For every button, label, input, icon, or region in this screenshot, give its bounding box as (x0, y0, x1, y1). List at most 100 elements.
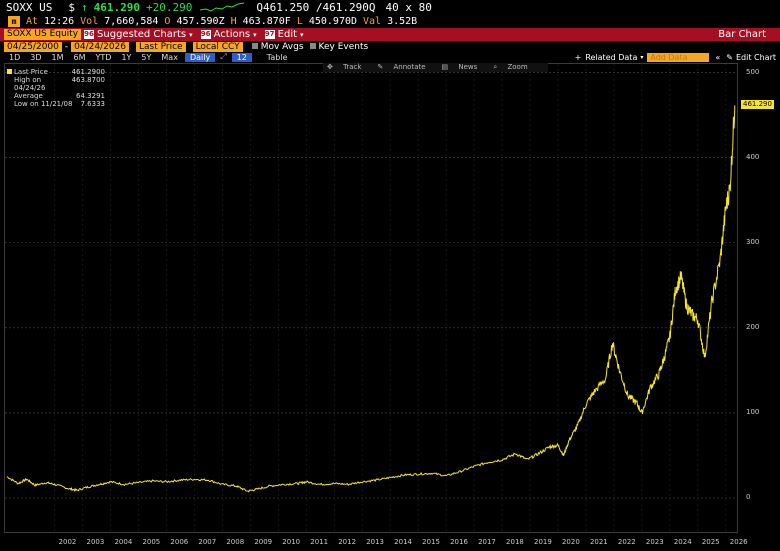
range-button-6m[interactable]: 6M (69, 53, 91, 62)
track-icon: ✥ (327, 63, 336, 71)
range-button-ytd[interactable]: YTD (91, 53, 117, 62)
chart-panel[interactable] (4, 63, 738, 533)
edit-chart-button[interactable]: Edit Chart (736, 53, 776, 62)
series-line-last-price[interactable] (6, 105, 736, 493)
x-tick-label: 2013 (366, 538, 385, 546)
suggested-charts-icon: 96 (84, 30, 95, 39)
tool-zoom[interactable]: ⌕ Zoom (493, 63, 535, 72)
open-label: O (164, 15, 171, 27)
legend-value: 463.8700 (71, 76, 105, 84)
tool-annotate[interactable]: ✎ Annotate (377, 63, 433, 72)
x-tick-label: 2004 (114, 538, 133, 546)
x-tick-label: 2002 (58, 538, 77, 546)
legend-swatch[interactable] (7, 69, 12, 74)
y-axis: 0 100 200 300 400 500 (741, 63, 780, 533)
plus-icon: + (574, 52, 582, 62)
x-tick-label: 2017 (478, 538, 496, 546)
chart-legend: Last Price 461.2900 High on 04/24/26 463.87… (7, 68, 105, 108)
tool-label: News (458, 63, 478, 71)
range-button-1y[interactable]: 1Y (116, 53, 136, 62)
up-arrow-icon: ↑ (80, 0, 88, 14)
add-data-input[interactable]: Add Data (647, 52, 710, 62)
legend-row: High on 04/24/26 463.8700 (7, 76, 105, 92)
x-tick-label: 2008 (226, 538, 245, 546)
x-tick-label: 2018 (506, 538, 524, 546)
edit-label: Edit (277, 29, 298, 40)
parameter-bar: 04/25/2000 - 04/24/2026 Last Price Local… (0, 41, 780, 52)
currency-select[interactable]: Local CCY (192, 41, 243, 52)
range-button-3d[interactable]: 3D (25, 53, 46, 62)
tool-label: Track (343, 63, 362, 71)
price-chart[interactable] (5, 64, 737, 532)
chart-tool-strip: ✥ Track ✎ Annotate ▤ News ⌕ Zoom (323, 63, 548, 72)
range-button-1m[interactable]: 1M (47, 53, 69, 62)
x-tick-label: 2025 (701, 538, 720, 546)
quote-time: 12:26 (44, 15, 75, 27)
x-tick-label: 2024 (673, 538, 692, 546)
dropdown-caret-icon: ▾ (640, 53, 644, 61)
function-title: Bar Chart (718, 29, 766, 40)
actions-menu[interactable]: 96 Actions ▾ (200, 29, 257, 40)
frequency-select[interactable]: Daily (184, 52, 216, 62)
mov-avgs-toggle[interactable]: Mov Avgs (251, 41, 304, 52)
legend-label: Average (14, 92, 43, 100)
key-events-toggle[interactable]: Key Events (309, 41, 369, 52)
suggested-charts-menu[interactable]: 96 Suggested Charts ▾ (84, 29, 193, 40)
quote-bar: m At 12:26 Vol 7,660,584 O 457.590Z H 46… (0, 14, 780, 28)
x-tick-label: 2012 (338, 538, 357, 546)
x-tick-label: 2005 (142, 538, 161, 546)
low-value: 450.970D (308, 15, 358, 27)
high-label: H (230, 15, 237, 27)
range-button-5y[interactable]: 5Y (136, 53, 156, 62)
x-tick-label: 2010 (282, 538, 301, 546)
ticker-symbol[interactable]: SOXX US (6, 1, 52, 14)
start-date-field[interactable]: 04/25/2000 (4, 41, 62, 52)
vol-label: Vol (80, 15, 99, 27)
pencil-icon: ✎ (726, 52, 733, 62)
chart-type-select[interactable]: 12 (231, 52, 252, 62)
range-button-1d[interactable]: 1D (4, 53, 25, 62)
end-date-field[interactable]: 04/24/2026 (71, 41, 129, 52)
bloomberg-logo-icon: m (8, 15, 20, 27)
y-tick-label: 300 (746, 237, 760, 246)
x-tick-label: 2023 (645, 538, 664, 546)
date-separator: - (64, 41, 69, 52)
y-tick-label: 0 (746, 492, 751, 501)
legend-label: Low on 11/21/08 (14, 100, 73, 108)
open-value: 457.590Z (176, 15, 225, 27)
legend-label: Last Price (14, 68, 48, 76)
legend-value: 7.6333 (80, 100, 106, 108)
chart-type-icon[interactable]: ⤢ (215, 52, 231, 62)
edit-menu[interactable]: 97 Edit ▾ (264, 29, 304, 40)
edit-icon: 97 (264, 30, 275, 39)
bid-ask: Q461.250 /461.290Q (256, 0, 376, 14)
x-tick-label: 2016 (450, 538, 468, 546)
tool-track[interactable]: ✥ Track (327, 63, 369, 72)
security-field[interactable]: SOXX US Equity (4, 29, 82, 40)
x-tick-label: 2015 (422, 538, 440, 546)
low-label: L (296, 15, 303, 27)
price-field-select[interactable]: Last Price (136, 41, 186, 52)
volume-value: 7,660,584 (104, 15, 159, 27)
at-label: At (26, 15, 39, 27)
val-label: Val (363, 15, 382, 27)
tool-news[interactable]: ▤ News (442, 63, 486, 72)
related-data-menu[interactable]: Related Data (585, 53, 637, 62)
table-button[interactable]: Table (262, 53, 293, 62)
annotate-icon: ✎ (377, 63, 386, 71)
dropdown-caret-icon: ▾ (253, 30, 257, 39)
range-button-max[interactable]: Max (156, 53, 183, 62)
x-tick-label: 2009 (254, 538, 273, 546)
actions-label: Actions (213, 29, 251, 40)
mov-avgs-label: Mov Avgs (260, 41, 304, 52)
zoom-icon: ⌕ (493, 63, 500, 71)
y-tick-label: 200 (746, 322, 760, 331)
function-bar: SOXX US Equity 96 Suggested Charts ▾ 96 … (0, 28, 780, 41)
ticker-bar: SOXX US $ ↑ 461.290 +20.290 Q461.250 /46… (0, 0, 780, 14)
range-toolbar: 1D 3D 1M 6M YTD 1Y 5Y Max Daily ⤢ 12 Table + Re… (0, 52, 780, 62)
key-events-label: Key Events (318, 41, 369, 52)
sparkline-icon (200, 2, 245, 12)
collapse-icon[interactable]: « (715, 53, 720, 62)
checkbox-icon (309, 42, 316, 49)
tool-label: Zoom (507, 63, 528, 71)
